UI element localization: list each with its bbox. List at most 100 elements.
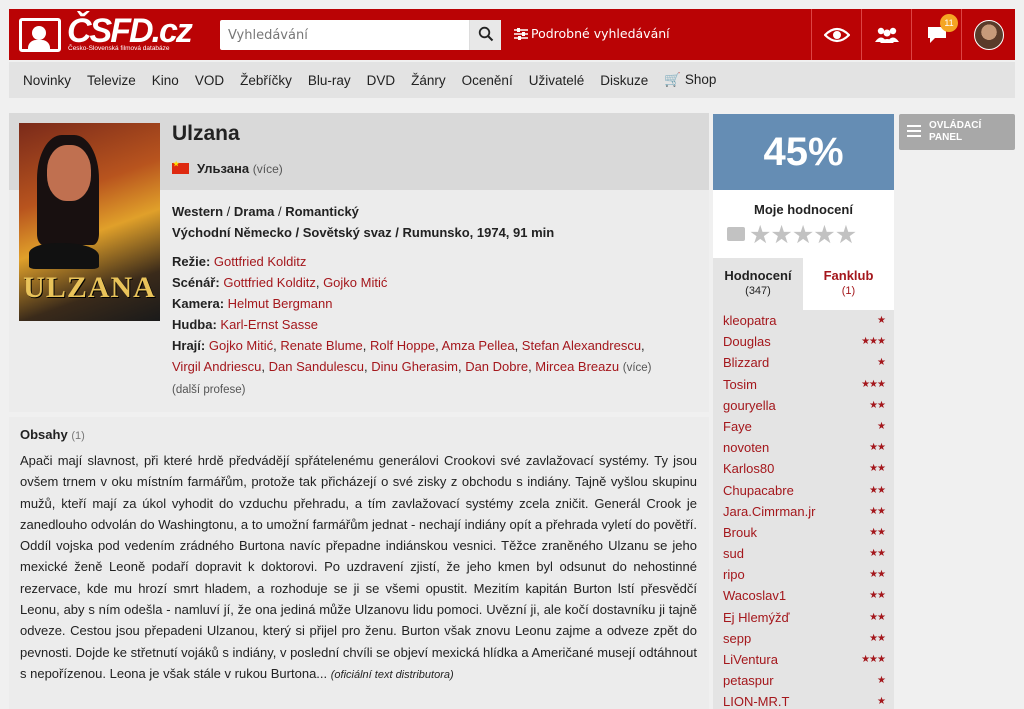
tab-fanclub-count: (1) <box>841 285 856 297</box>
users-icon <box>874 27 899 43</box>
star-icon[interactable]: ★ <box>770 220 792 249</box>
person-link[interactable]: Dan Dobre <box>465 359 528 374</box>
thumbs-down-icon[interactable] <box>727 227 745 241</box>
music-label: Hudba: <box>172 317 217 332</box>
list-item: gouryella ★★ <box>713 395 894 416</box>
person-link[interactable]: Gottfried Kolditz <box>214 254 307 269</box>
nav-shop[interactable]: 🛒 Shop <box>664 72 716 88</box>
community-button[interactable] <box>861 9 911 60</box>
nav-zanry[interactable]: Žánry <box>411 73 446 88</box>
star-icon[interactable]: ★ <box>813 220 835 249</box>
tab-ratings[interactable]: Hodnocení (347) <box>713 258 803 310</box>
search-input[interactable] <box>220 20 468 50</box>
user-rating-stars: ★★ <box>869 484 886 496</box>
person-link[interactable]: Karl-Ernst Sasse <box>220 317 318 332</box>
rating-user-link[interactable]: Blizzard <box>723 355 769 370</box>
nav-vod[interactable]: VOD <box>195 73 224 88</box>
rating-user-link[interactable]: Tosim <box>723 377 757 392</box>
person-link[interactable]: Gojko Mitić <box>323 275 387 290</box>
list-item: ripo ★★ <box>713 564 894 585</box>
person-link[interactable]: Mircea Breazu <box>535 359 619 374</box>
person-link[interactable]: Virgil Andriescu <box>172 359 261 374</box>
cast-row: Hrají: Gojko Mitić, Renate Blume, Rolf H… <box>172 338 645 353</box>
rating-user-link[interactable]: gouryella <box>723 398 776 413</box>
user-rating-stars: ★★ <box>869 632 886 644</box>
search-box <box>220 20 501 50</box>
rating-user-link[interactable]: Ej Hlemýžď <box>723 610 790 625</box>
rating-user-link[interactable]: Brouk <box>723 525 757 540</box>
person-link[interactable]: Renate Blume <box>280 338 362 353</box>
tab-fanclub[interactable]: Fanklub (1) <box>803 258 894 310</box>
menu-icon <box>907 125 921 137</box>
search-icon <box>478 26 493 41</box>
rating-user-link[interactable]: kleopatra <box>723 313 776 328</box>
user-rating-stars: ★★ <box>869 399 886 411</box>
nav-televize[interactable]: Televize <box>87 73 136 88</box>
list-item: LION-MR.T ★ <box>713 691 894 709</box>
rating-user-link[interactable]: Douglas <box>723 334 771 349</box>
ratings-list: kleopatra ★ Douglas ★★★ Blizzard ★ Tosim ★★★ gou… <box>713 310 894 709</box>
plot-heading: Obsahy (1) <box>20 427 85 442</box>
rating-tabs: Hodnocení (347) Fanklub (1) <box>713 258 894 310</box>
nav-novinky[interactable]: Novinky <box>23 73 71 88</box>
poster-horse <box>29 243 99 269</box>
plot-section: Obsahy (1) Apači mají slavnost, při kter… <box>9 417 709 709</box>
rating-user-link[interactable]: Faye <box>723 419 752 434</box>
nav-zebricky[interactable]: Žebříčky <box>240 73 292 88</box>
rating-user-link[interactable]: petaspur <box>723 673 774 688</box>
control-panel-button[interactable]: OVLÁDACÍ PANEL <box>899 114 1015 150</box>
alt-titles-more-link[interactable]: (více) <box>253 162 283 176</box>
advanced-search-link[interactable]: Podrobné vyhledávání <box>514 26 670 41</box>
star-icon[interactable]: ★ <box>792 220 814 249</box>
other-professions-link[interactable]: (další profese) <box>172 384 246 396</box>
director-label: Režie: <box>172 254 211 269</box>
rating-user-link[interactable]: LION-MR.T <box>723 694 789 709</box>
genre-link[interactable]: Romantický <box>285 204 359 219</box>
nav-oceneni[interactable]: Ocenění <box>462 73 513 88</box>
rating-user-link[interactable]: novoten <box>723 440 769 455</box>
rating-user-link[interactable]: Jara.Cimrman.jr <box>723 504 815 519</box>
genre-link[interactable]: Western <box>172 204 223 219</box>
user-menu[interactable] <box>961 9 1015 60</box>
rating-user-link[interactable]: Karlos80 <box>723 461 774 476</box>
rating-user-link[interactable]: sud <box>723 546 744 561</box>
rating-stars[interactable]: ★★★★★ <box>727 220 857 249</box>
nav-bluray[interactable]: Blu-ray <box>308 73 351 88</box>
search-button[interactable] <box>469 20 501 50</box>
nav-uzivatele[interactable]: Uživatelé <box>529 73 585 88</box>
film-poster[interactable]: ULZANA <box>19 123 160 321</box>
star-icon[interactable]: ★ <box>749 220 771 249</box>
star-icon[interactable]: ★ <box>835 220 857 249</box>
cast-more-link[interactable]: (více) <box>623 362 652 374</box>
user-rating-stars: ★★ <box>869 442 886 454</box>
genre-link[interactable]: Drama <box>234 204 274 219</box>
list-item: kleopatra ★ <box>713 310 894 331</box>
person-link[interactable]: Gojko Mitić <box>209 338 273 353</box>
watchlist-button[interactable] <box>811 9 861 60</box>
messages-button[interactable]: 11 <box>911 9 961 60</box>
cart-icon: 🛒 <box>664 72 682 87</box>
list-item: LiVentura ★★★ <box>713 649 894 670</box>
person-link[interactable]: Rolf Hoppe <box>370 338 435 353</box>
tab-ratings-label: Hodnocení <box>724 268 792 283</box>
control-panel-label: OVLÁDACÍ PANEL <box>929 120 982 143</box>
user-rating-stars: ★ <box>877 315 886 326</box>
person-link[interactable]: Helmut Bergmann <box>228 296 333 311</box>
rating-user-link[interactable]: Wacoslav1 <box>723 588 786 603</box>
rating-user-link[interactable]: LiVentura <box>723 652 778 667</box>
person-link[interactable]: Dan Sandulescu <box>269 359 364 374</box>
rating-user-link[interactable]: sepp <box>723 631 751 646</box>
nav-diskuze[interactable]: Diskuze <box>600 73 648 88</box>
logo-icon <box>19 18 61 52</box>
person-link[interactable]: Stefan Alexandrescu <box>522 338 641 353</box>
site-logo[interactable]: ČSFD.cz Česko-Slovenská filmová databáze <box>19 12 193 56</box>
rating-user-link[interactable]: Chupacabre <box>723 483 794 498</box>
person-link[interactable]: Amza Pellea <box>442 338 515 353</box>
rating-percent: 45% <box>713 114 894 190</box>
person-link[interactable]: Gottfried Kolditz <box>223 275 316 290</box>
list-item: Douglas ★★★ <box>713 331 894 352</box>
rating-user-link[interactable]: ripo <box>723 567 745 582</box>
nav-dvd[interactable]: DVD <box>367 73 396 88</box>
person-link[interactable]: Dinu Gherasim <box>371 359 458 374</box>
nav-kino[interactable]: Kino <box>152 73 179 88</box>
